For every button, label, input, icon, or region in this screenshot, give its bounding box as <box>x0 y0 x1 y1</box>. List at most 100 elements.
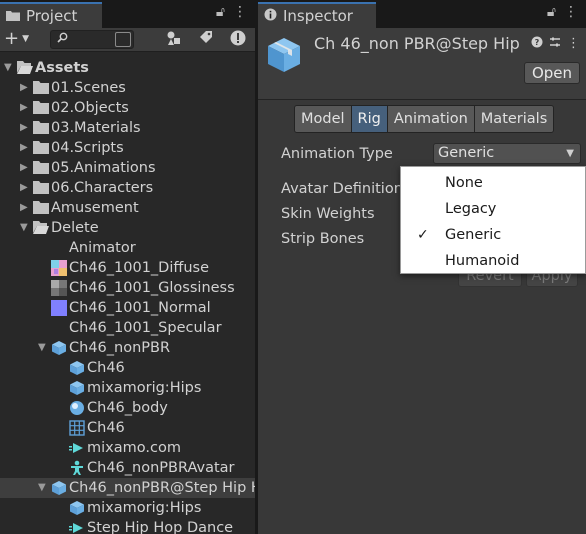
tree-item[interactable]: Ch46_1001_Specular <box>0 318 255 338</box>
tree-item[interactable]: ▼ Ch46_nonPBR <box>0 338 255 358</box>
chevron-down-icon: ▼ <box>22 34 30 44</box>
mesh-cube-icon <box>69 380 85 396</box>
filter-by-label-icon[interactable] <box>196 30 216 50</box>
mesh-grid-icon <box>69 420 85 436</box>
open-button[interactable]: Open <box>524 62 580 84</box>
kebab-menu-icon[interactable]: ⋮ <box>233 4 247 20</box>
folder-icon <box>33 200 49 216</box>
folder-icon <box>33 160 49 176</box>
expand-arrow-closed-icon[interactable]: ▶ <box>20 122 30 134</box>
inspector-tab-label: Inspector <box>283 7 353 25</box>
tree-item-label: Ch46_nonPBR <box>69 340 171 356</box>
texture-normal-icon <box>51 300 67 316</box>
animation-type-label: Animation Type <box>281 146 393 162</box>
texture-diffuse-icon <box>51 260 67 276</box>
expand-arrow-closed-icon[interactable]: ▶ <box>20 142 30 154</box>
tree-item-label: Ch46_1001_Glossiness <box>69 280 235 296</box>
expand-arrow-closed-icon[interactable]: ▶ <box>20 202 30 214</box>
tree-item[interactable]: Animator <box>0 238 255 258</box>
tree-item[interactable]: ▶ 01.Scenes <box>0 78 255 98</box>
dropdown-option-label: Humanoid <box>445 253 520 269</box>
tree-item[interactable]: Ch46_1001_Normal <box>0 298 255 318</box>
tree-item-label: 06.Characters <box>51 180 154 196</box>
tree-item[interactable]: mixamorig:Hips <box>0 378 255 398</box>
folder-open-icon <box>33 220 49 236</box>
folder-icon <box>6 7 20 25</box>
expand-arrow-open-icon[interactable]: ▼ <box>20 222 30 234</box>
project-toolbar: + ▼ <box>0 28 255 52</box>
texture-specular-icon <box>51 320 67 336</box>
kebab-menu-icon[interactable]: ⋮ <box>567 36 580 52</box>
tree-item[interactable]: Ch46_body <box>0 398 255 418</box>
svg-text:?: ? <box>535 38 540 47</box>
tree-item[interactable]: Ch46_1001_Glossiness <box>0 278 255 298</box>
tree-item-label: Ch46_nonPBRAvatar <box>87 460 235 476</box>
tree-item[interactable]: Ch46 <box>0 358 255 378</box>
tree-item-label: mixamorig:Hips <box>87 500 202 516</box>
texture-gloss-icon <box>51 280 67 296</box>
create-button[interactable]: + ▼ <box>4 30 38 50</box>
tree-item-label: Ch46 <box>87 360 125 376</box>
lock-icon[interactable]: 🔓︎ <box>216 4 225 20</box>
expand-arrow-closed-icon[interactable]: ▶ <box>20 162 30 174</box>
tab-inspector[interactable]: Inspector <box>258 2 376 28</box>
expand-arrow-open-icon[interactable]: ▼ <box>4 62 14 74</box>
tree-item[interactable]: ▶ Amusement <box>0 198 255 218</box>
folder-icon <box>33 80 49 96</box>
strip-bones-label: Strip Bones <box>281 231 365 247</box>
help-icon[interactable]: ? <box>531 36 543 52</box>
expand-arrow-closed-icon[interactable]: ▶ <box>20 182 30 194</box>
project-panel: Project 🔓︎ ⋮ + ▼ ▼ Assets ▶ 01.Scenes ▶ 02.Obj… <box>0 0 255 534</box>
tree-item[interactable]: Ch46_nonPBRAvatar <box>0 458 255 478</box>
animation-clip-icon <box>69 520 85 534</box>
expand-arrow-open-icon[interactable]: ▼ <box>38 482 48 494</box>
tab-animation[interactable]: Animation <box>387 106 475 132</box>
folder-icon <box>33 180 49 196</box>
search-filter-icon[interactable] <box>115 32 131 47</box>
project-tab-label: Project <box>26 7 78 25</box>
skin-weights-label: Skin Weights <box>281 206 375 222</box>
tree-item[interactable]: Ch46_1001_Diffuse <box>0 258 255 278</box>
tree-item-label: Delete <box>51 220 99 236</box>
tab-materials[interactable]: Materials <box>474 106 554 132</box>
expand-arrow-closed-icon[interactable]: ▶ <box>20 82 30 94</box>
warning-icon[interactable] <box>228 30 248 50</box>
checkmark-icon: ✓ <box>417 227 429 243</box>
tree-item[interactable]: ▶ 02.Objects <box>0 98 255 118</box>
preset-icon[interactable] <box>549 36 561 52</box>
tree-item-label: Assets <box>35 60 89 76</box>
filter-by-type-icon[interactable] <box>164 30 184 50</box>
dropdown-option-none[interactable]: None <box>401 170 586 196</box>
tree-item[interactable]: mixamorig:Hips <box>0 498 255 518</box>
tree-item[interactable]: ▼ Assets <box>0 58 255 78</box>
tree-item[interactable]: Ch46 <box>0 418 255 438</box>
tree-item[interactable]: ▶ 04.Scripts <box>0 138 255 158</box>
avatar-icon <box>69 460 85 476</box>
tab-project[interactable]: Project <box>0 2 102 28</box>
animation-type-value: Generic <box>438 145 495 161</box>
animation-type-select[interactable]: Generic ▼ <box>433 143 581 164</box>
tree-item[interactable]: Step Hip Hop Dance <box>0 518 255 534</box>
dropdown-option-generic[interactable]: ✓ Generic <box>401 222 586 248</box>
tree-item[interactable]: ▼ Delete <box>0 218 255 238</box>
kebab-menu-icon[interactable]: ⋮ <box>564 4 578 20</box>
dropdown-option-humanoid[interactable]: Humanoid <box>401 248 586 274</box>
expand-arrow-open-icon[interactable]: ▼ <box>38 342 48 354</box>
tree-item-label: Ch46_1001_Diffuse <box>69 260 210 276</box>
tree-item[interactable]: ▶ 05.Animations <box>0 158 255 178</box>
tab-model[interactable]: Model <box>295 106 352 132</box>
tree-item-label: Ch46 <box>87 420 125 436</box>
animator-icon <box>51 240 67 256</box>
tree-item[interactable]: ▶ 03.Materials <box>0 118 255 138</box>
tree-item[interactable]: ▶ 06.Characters <box>0 178 255 198</box>
lock-icon[interactable]: 🔓︎ <box>547 4 556 20</box>
tab-rig[interactable]: Rig <box>351 106 388 132</box>
tree-item[interactable]: mixamo.com <box>0 438 255 458</box>
search-input[interactable] <box>50 30 134 49</box>
tree-item-label: 03.Materials <box>51 120 141 136</box>
expand-arrow-closed-icon[interactable]: ▶ <box>20 102 30 114</box>
info-icon <box>264 7 277 25</box>
dropdown-option-legacy[interactable]: Legacy <box>401 196 586 222</box>
model-cube-icon <box>51 480 67 496</box>
tree-item[interactable]: ▼ Ch46_nonPBR@Step Hip Hop Dance <box>0 478 255 498</box>
